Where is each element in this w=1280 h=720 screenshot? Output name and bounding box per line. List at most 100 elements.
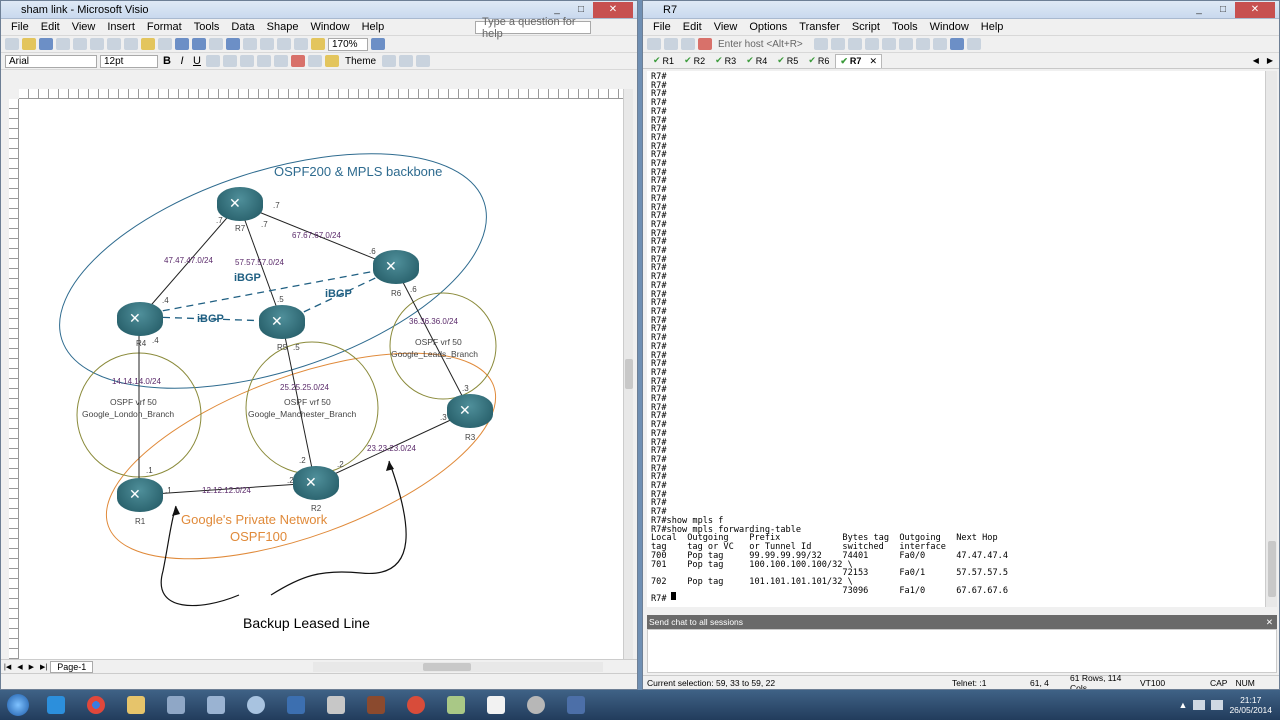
undo-icon[interactable] [175,38,189,50]
crt-menu-window[interactable]: Window [924,21,975,33]
notepad-taskbar-icon[interactable] [438,692,474,718]
tab-r2[interactable]: ✔ R2 [680,54,709,68]
theme-button[interactable]: Theme [342,56,379,67]
align-right-icon[interactable] [240,55,254,67]
router-r4[interactable]: ✕ [117,302,163,336]
host-input[interactable]: Enter host <Alt+R> [715,38,811,51]
print-icon[interactable] [865,38,879,50]
crt-close-button[interactable]: ✕ [1235,1,1275,18]
menu-tools[interactable]: Tools [188,21,226,33]
terminal-taskbar-icon[interactable] [318,692,354,718]
font-size-select[interactable]: 12pt [100,54,158,68]
settings-taskbar-icon[interactable] [518,692,554,718]
menu-view[interactable]: View [66,21,102,33]
align-left-icon[interactable] [206,55,220,67]
underline-button[interactable]: U [191,55,203,67]
visio-taskbar-icon[interactable] [278,692,314,718]
print-icon[interactable] [56,38,70,50]
crt-minimize-button[interactable]: _ [1187,2,1211,18]
close-button[interactable]: ✕ [593,1,633,18]
italic-button[interactable]: I [176,55,188,67]
connection-point-icon[interactable] [277,38,291,50]
app-taskbar-icon[interactable] [358,692,394,718]
terminal-area[interactable]: R7# R7# R7# R7# R7# R7# R7# R7# R7# R7# … [647,71,1265,607]
pan-zoom-icon[interactable] [311,38,325,50]
tab-scroll-right-icon[interactable]: ▶ [1261,56,1279,65]
router-r1[interactable]: ✕ [117,478,163,512]
chat-bar[interactable]: Send chat to all sessions ✕ [647,615,1277,629]
volume-tray-icon[interactable] [1211,700,1224,710]
paste-icon[interactable] [141,38,155,50]
align-center-icon[interactable] [223,55,237,67]
last-page-icon[interactable]: ▶| [37,663,50,671]
media-taskbar-icon[interactable] [398,692,434,718]
line-color-icon[interactable] [308,55,322,67]
spelling-icon[interactable] [90,38,104,50]
terminal-scrollbar[interactable] [1265,71,1277,607]
ie-taskbar-icon[interactable] [38,692,74,718]
router-r3[interactable]: ✕ [447,394,493,428]
clock[interactable]: 21:17 26/05/2014 [1229,695,1272,715]
copy-icon[interactable] [814,38,828,50]
tab-r6[interactable]: ✔ R6 [804,54,833,68]
font-color-icon[interactable] [291,55,305,67]
crt-menu-script[interactable]: Script [846,21,886,33]
copy-icon[interactable] [124,38,138,50]
new-icon[interactable] [5,38,19,50]
line-weight-icon[interactable] [382,55,397,67]
shapes-icon[interactable] [209,38,223,50]
menu-insert[interactable]: Insert [101,21,141,33]
router-r2[interactable]: ✕ [293,466,339,500]
tab-close-icon[interactable]: ✕ [869,56,877,67]
window-taskbar-icon[interactable] [478,692,514,718]
settings-icon[interactable] [882,38,896,50]
tab-r4[interactable]: ✔ R4 [742,54,771,68]
start-button[interactable] [0,691,36,719]
key-icon[interactable] [933,38,947,50]
text-tool-icon[interactable] [260,38,274,50]
router-r5[interactable]: ✕ [259,305,305,339]
format-painter-icon[interactable] [158,38,172,50]
pointer-tool-icon[interactable] [226,38,240,50]
print-preview-icon[interactable] [73,38,87,50]
disconnect-icon[interactable] [698,38,712,50]
quick-connect-icon[interactable] [664,38,678,50]
tab-r7[interactable]: ✔ R7 ✕ [835,53,882,68]
chat-close-icon[interactable]: ✕ [1266,617,1277,628]
next-page-icon[interactable]: ▶ [26,663,37,671]
menu-edit[interactable]: Edit [35,21,66,33]
tab-r1[interactable]: ✔ R1 [649,54,678,68]
menu-file[interactable]: File [5,21,35,33]
visio-hscroll-thumb[interactable] [423,662,472,671]
first-page-icon[interactable]: |◀ [1,663,14,671]
tray-arrow-icon[interactable]: ▲ [1179,700,1188,710]
tab-r3[interactable]: ✔ R3 [711,54,740,68]
visio-vertical-scrollbar[interactable] [623,89,633,659]
explorer-taskbar-icon[interactable] [118,692,154,718]
save-icon[interactable] [39,38,53,50]
font-select[interactable]: Arial [5,54,97,68]
chat-input[interactable] [647,629,1277,673]
crt-menu-edit[interactable]: Edit [677,21,708,33]
network-taskbar-icon[interactable] [158,692,194,718]
globe-taskbar-icon[interactable] [238,692,274,718]
redo-icon[interactable] [192,38,206,50]
crt-menu-file[interactable]: File [647,21,677,33]
menu-format[interactable]: Format [141,21,188,33]
indent-icon[interactable] [274,55,288,67]
sftp-icon[interactable] [899,38,913,50]
line-pattern-icon[interactable] [399,55,414,67]
crt-maximize-button[interactable]: □ [1211,2,1235,18]
help-icon[interactable] [950,38,964,50]
cut-icon[interactable] [107,38,121,50]
terminal-scroll-thumb[interactable] [1268,541,1276,597]
securecrt-taskbar-icon[interactable] [558,692,594,718]
visio-vscroll-thumb[interactable] [625,359,633,389]
connect-tab-icon[interactable] [681,38,695,50]
menu-window[interactable]: Window [304,21,355,33]
paste-icon[interactable] [831,38,845,50]
crt-menu-help[interactable]: Help [975,21,1010,33]
find-icon[interactable] [848,38,862,50]
connect-icon[interactable] [647,38,661,50]
crt-menu-options[interactable]: Options [743,21,793,33]
